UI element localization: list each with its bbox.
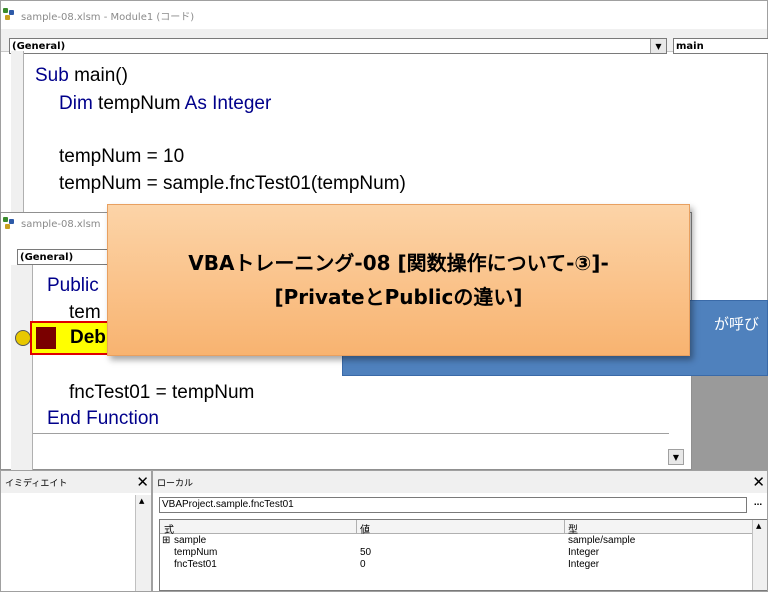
pane-title: イミディエイト	[5, 478, 68, 489]
scroll-up-arrow-icon[interactable]: ▲	[756, 522, 761, 530]
object-combo-value: (General)	[20, 251, 74, 263]
row-expression: sample	[174, 535, 207, 546]
procedure-combo-value: main	[676, 40, 704, 52]
row-value: 50	[360, 547, 372, 558]
locals-grid: 式 値 型 ⊞ sample sample/sample tempNum 50 …	[159, 519, 767, 591]
scroll-down-arrow-icon[interactable]: ▼	[668, 449, 684, 465]
breakpoint-marker	[36, 327, 56, 349]
context-field: VBAProject.sample.fncTest01	[159, 497, 747, 513]
margin-indicator-bar[interactable]	[11, 265, 33, 471]
table-row[interactable]: ⊞ sample sample/sample	[160, 535, 752, 547]
object-combo[interactable]: (General)	[17, 249, 109, 265]
expand-icon[interactable]: ⊞	[162, 535, 170, 546]
code-line[interactable]: Public	[47, 275, 99, 297]
close-icon[interactable]: ✕	[752, 473, 765, 491]
column-divider[interactable]	[356, 520, 357, 534]
pane-title: ローカル	[157, 478, 194, 489]
callout-text: が呼び	[713, 315, 759, 333]
column-divider[interactable]	[564, 520, 565, 534]
vba-module-icon	[3, 217, 17, 231]
table-row[interactable]: fncTest01 0 Integer	[160, 559, 752, 571]
object-combo-value: (General)	[12, 40, 66, 52]
row-type: Integer	[568, 559, 600, 570]
chevron-down-icon[interactable]: ▼	[650, 39, 666, 53]
code-line[interactable]: End Function	[47, 408, 159, 430]
row-expression: tempNum	[174, 547, 218, 558]
object-combo[interactable]: (General) ▼	[9, 38, 667, 54]
close-icon[interactable]: ✕	[136, 473, 149, 491]
code-line[interactable]: Deb	[70, 327, 106, 349]
row-type: Integer	[568, 547, 600, 558]
vba-module-icon	[3, 8, 17, 22]
banner-line-2: [PrivateとPublicの違い]	[274, 285, 523, 309]
pane-header: イミディエイト ✕	[1, 471, 151, 493]
code-line[interactable]: Sub main()	[35, 65, 128, 87]
procedure-separator	[33, 433, 669, 434]
window-titlebar: sample-08.xlsm - Module1 (コード)	[1, 1, 767, 29]
grid-header: 式 値 型	[160, 520, 752, 536]
row-value: 0	[360, 559, 366, 570]
column-header-expression[interactable]: 式	[164, 521, 174, 536]
banner-line-1: VBAトレーニング-08 [関数操作について-③]-	[188, 251, 609, 275]
scroll-up-arrow-icon[interactable]: ▲	[139, 497, 144, 505]
vertical-scrollbar[interactable]: ▲	[135, 495, 151, 591]
row-type: sample/sample	[568, 535, 636, 546]
title-banner: VBAトレーニング-08 [関数操作について-③]- [PrivateとPubl…	[107, 204, 690, 356]
code-line[interactable]: Dim tempNum As Integer	[59, 93, 271, 115]
code-line[interactable]: tempNum = 10	[59, 146, 184, 168]
immediate-window: イミディエイト ✕ ▲	[0, 470, 152, 592]
vertical-scrollbar[interactable]: ▲	[752, 520, 767, 590]
column-header-type[interactable]: 型	[568, 521, 578, 536]
row-expression: fncTest01	[174, 559, 217, 570]
table-row[interactable]: tempNum 50 Integer	[160, 547, 752, 559]
code-line[interactable]: tempNum = sample.fncTest01(tempNum)	[59, 173, 406, 195]
column-header-value[interactable]: 値	[360, 521, 370, 536]
combo-bar: (General) ▼ main	[1, 29, 768, 54]
context-browse-button[interactable]: ...	[749, 497, 767, 513]
window-title: sample-08.xlsm - Module1 (コード)	[21, 11, 195, 23]
pane-header: ローカル ✕	[153, 471, 767, 493]
code-line[interactable]: fncTest01 = tempNum	[69, 382, 254, 404]
locals-window: ローカル ✕ VBAProject.sample.fncTest01 ... 式…	[152, 470, 768, 592]
breakpoint-arrow-icon[interactable]	[15, 330, 31, 346]
window-title: sample-08.xlsm	[21, 218, 101, 230]
procedure-combo[interactable]: main	[673, 38, 768, 54]
